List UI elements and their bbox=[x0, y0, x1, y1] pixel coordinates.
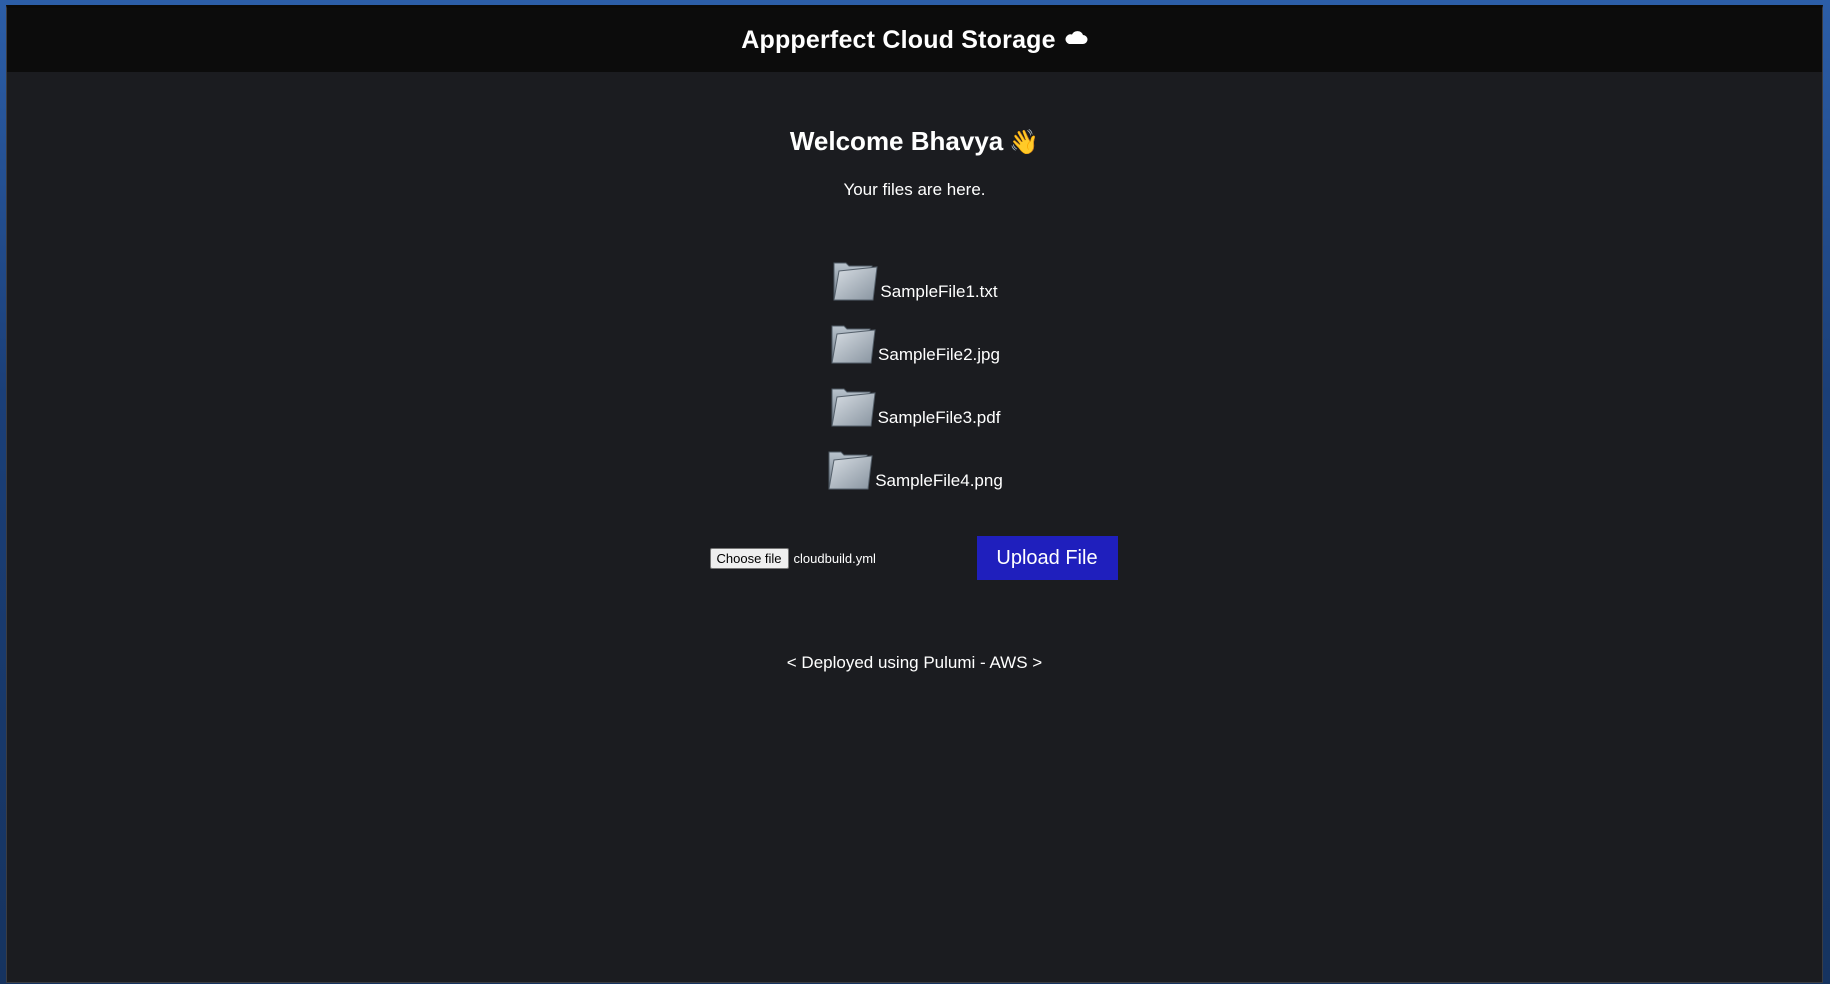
main-content: Welcome Bhavya 👋 Your files are here. Sa… bbox=[7, 72, 1822, 673]
desktop-background: Appperfect Cloud Storage Welcome Bhavya 👋… bbox=[0, 0, 1830, 984]
welcome-heading: Welcome Bhavya 👋 bbox=[7, 72, 1822, 157]
folder-icon bbox=[829, 383, 877, 429]
file-item[interactable]: SampleFile4.png bbox=[826, 429, 1003, 492]
welcome-text: Welcome Bhavya bbox=[789, 126, 1004, 156]
app-title: Appperfect Cloud Storage bbox=[741, 25, 1056, 54]
top-bar: Appperfect Cloud Storage bbox=[7, 8, 1822, 72]
browser-window: Appperfect Cloud Storage Welcome Bhavya 👋… bbox=[6, 5, 1823, 983]
folder-icon bbox=[826, 446, 874, 492]
upload-file-button[interactable]: Upload File bbox=[976, 536, 1118, 580]
file-name: SampleFile2.jpg bbox=[878, 345, 1000, 364]
selected-file-name: cloudbuild.yml bbox=[793, 550, 876, 566]
file-picker: Choose file cloudbuild.yml bbox=[709, 547, 977, 569]
folder-icon bbox=[831, 257, 879, 303]
file-item[interactable]: SampleFile3.pdf bbox=[829, 366, 1001, 429]
file-name: SampleFile4.png bbox=[875, 471, 1003, 490]
folder-icon bbox=[829, 320, 877, 366]
file-item[interactable]: SampleFile2.jpg bbox=[829, 303, 1000, 366]
cloud-icon bbox=[1064, 31, 1088, 45]
subtitle: Your files are here. bbox=[843, 180, 986, 199]
waving-hand-icon: 👋 bbox=[1009, 129, 1040, 156]
file-name: SampleFile1.txt bbox=[880, 282, 998, 301]
file-name: SampleFile3.pdf bbox=[877, 408, 1001, 427]
upload-form: Choose file cloudbuild.yml Upload File bbox=[7, 536, 1822, 580]
file-list: SampleFile1.txt SampleFile2.jpg SampleFi… bbox=[7, 240, 1822, 492]
deployment-note: < Deployed using Pulumi - AWS > bbox=[786, 653, 1043, 672]
choose-file-button[interactable]: Choose file bbox=[709, 547, 789, 569]
file-item[interactable]: SampleFile1.txt bbox=[831, 240, 998, 303]
